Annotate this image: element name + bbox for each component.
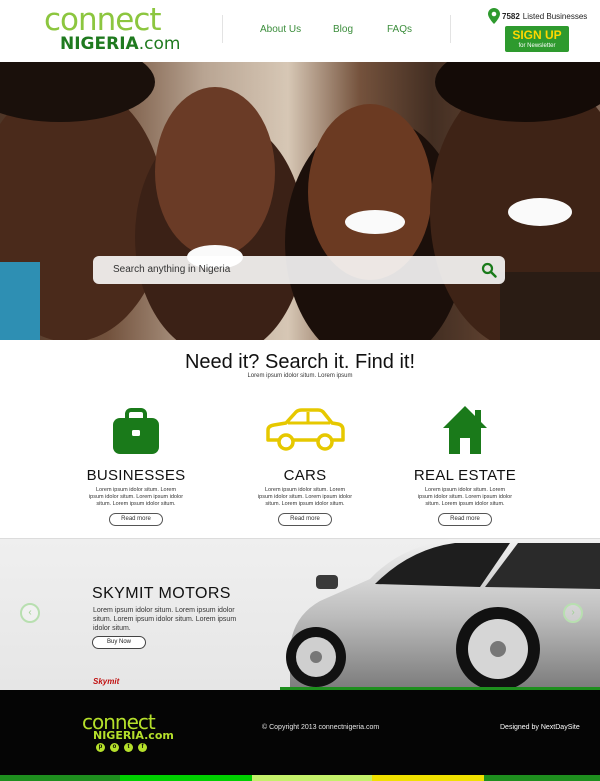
read-more-button[interactable]: Read more [109,513,163,526]
intro-subtitle: Lorem ipsum idolor situm. Lorem ipsum [247,373,353,379]
category-desc: Lorem ipsum idolor situm. Lorem ipsum id… [257,487,353,507]
logo-nigeria-word: NIGERIA [60,34,139,54]
signup-sublabel: for Newsletter [518,43,556,49]
buy-now-button[interactable]: Buy Now [92,636,146,649]
intro-title: Need it? Search it. Find it! [184,351,416,373]
category-desc: Lorem ipsum idolor situm. Lorem ipsum id… [417,487,513,507]
designer-credit: Designed by NextDaySite [500,724,580,731]
hero-photo [0,62,600,340]
category-desc: Lorem ipsum idolor situm. Lorem ipsum id… [88,487,184,507]
car-photo [280,539,600,690]
logo-text-connect: connect [44,2,162,38]
map-pin-icon [488,8,500,24]
hero-banner: Search anything in Nigeria [0,62,600,340]
banner-desc: Lorem ipsum idolor situm. Lorem ipsum id… [93,607,237,632]
site-logo[interactable]: connect NIGERIA.com [44,4,194,58]
chevron-left-icon[interactable]: ‹ [20,603,40,623]
logo-domain: .com [138,34,181,54]
header-divider [222,15,223,43]
listed-count: 7582 [502,11,520,21]
stripe-segment [484,775,600,781]
category-title: CARS [283,467,327,484]
category-title: REAL ESTATE [413,467,517,484]
banner-title: SKYMIT MOTORS [92,585,231,602]
footer-logo-nigeria: NIGERIA.com [93,729,174,742]
category-title: BUSINESSES [86,467,186,484]
pinterest-icon[interactable]: p [96,743,105,752]
search-input[interactable]: Search anything in Nigeria [93,256,505,284]
search-placeholder: Search anything in Nigeria [113,264,231,275]
nav-blog[interactable]: Blog [333,24,353,35]
facebook-icon[interactable]: f [138,743,147,752]
logo-text-nigeria: NIGERIA.com [60,34,180,54]
skymit-logo: Skymit [93,677,120,686]
stripe-segment [0,775,120,781]
header-divider [450,15,451,43]
nav-about-us[interactable]: About Us [260,24,301,35]
car-icon [266,408,345,451]
stripe-segment [372,775,484,781]
social-links: p o t f [96,743,147,752]
category-cars: CARS Lorem ipsum idolor situm. Lorem ips… [245,404,365,526]
category-businesses: BUSINESSES Lorem ipsum idolor situm. Lor… [76,404,196,526]
listed-label: Listed Businesses [522,11,588,21]
signup-newsletter-button[interactable]: SIGN UP for Newsletter [505,26,569,52]
search-icon[interactable] [481,262,497,278]
house-icon [443,406,487,454]
chevron-right-icon[interactable]: › [563,603,583,623]
promo-banner: SKYMIT MOTORS Lorem ipsum idolor situm. … [0,538,600,690]
read-more-button[interactable]: Read more [438,513,492,526]
read-more-button[interactable]: Read more [278,513,332,526]
site-footer: connect NIGERIA.com p o t f © Copyright … [0,690,600,781]
stripe-segment [120,775,252,781]
site-header: connect NIGERIA.com About Us Blog FAQs 7… [0,0,600,62]
category-real-estate: REAL ESTATE Lorem ipsum idolor situm. Lo… [405,404,525,526]
signup-label: SIGN UP [512,28,562,42]
briefcase-icon [113,408,159,454]
twitter-icon[interactable]: t [124,743,133,752]
copyright-text: © Copyright 2013 connectnigeria.com [262,724,380,731]
stripe-segment [252,775,372,781]
globe-icon[interactable]: o [110,743,119,752]
nav-faqs[interactable]: FAQs [387,24,412,35]
color-stripe [0,775,600,781]
listed-businesses: 7582 Listed Businesses [488,8,587,24]
